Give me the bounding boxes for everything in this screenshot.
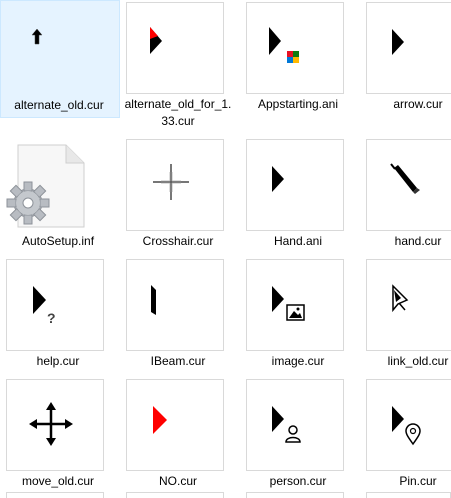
person-cursor-icon: [272, 406, 301, 443]
file-name: Pin.cur: [399, 474, 437, 488]
up-arrow-cursor-icon: [31, 28, 43, 45]
file-item-link-old[interactable]: link_old.cur: [360, 257, 451, 375]
partial-thumbnail: [6, 492, 104, 498]
move-cursor-icon: [29, 402, 73, 446]
file-name: image.cur: [271, 354, 325, 368]
file-thumbnail: [366, 379, 451, 471]
partial-thumbnail: [366, 492, 451, 498]
file-name: hand.cur: [394, 234, 442, 248]
file-thumbnail: [126, 379, 224, 471]
pin-cursor-icon: [392, 406, 421, 446]
file-thumbnail: [126, 2, 224, 94]
arrow-cursor-icon: [272, 166, 284, 192]
file-thumbnail: [6, 379, 104, 471]
ibeam-cursor-icon: [151, 285, 156, 315]
file-item-arrow[interactable]: arrow.cur: [360, 0, 451, 118]
file-name: link_old.cur: [387, 354, 449, 368]
file-item-alternate-old[interactable]: alternate_old.cur: [0, 0, 120, 118]
file-name: IBeam.cur: [150, 354, 206, 368]
file-name: person.cur: [269, 474, 327, 488]
file-thumbnail: [246, 139, 344, 231]
file-thumbnail: [126, 139, 224, 231]
partial-thumbnail: [126, 492, 224, 498]
file-thumbnail: [246, 2, 344, 94]
file-thumbnail: [7, 3, 105, 95]
file-grid: alternate_old.cur alternate_old_for_1.33…: [0, 0, 451, 498]
file-name: alternate_old_for_1.33.cur: [124, 97, 232, 128]
svg-text:?: ?: [47, 310, 56, 326]
settings-file-icon: [6, 144, 85, 228]
red-tipped-arrow-cursor-icon: [150, 27, 162, 54]
file-thumbnail: ?: [6, 259, 104, 351]
pen-cursor-icon: [390, 163, 420, 194]
image-cursor-icon: [272, 286, 305, 321]
file-name: move_old.cur: [21, 474, 95, 488]
file-thumbnail: [126, 259, 224, 351]
file-item-autosetup[interactable]: AutoSetup.inf: [0, 137, 120, 255]
link-arrow-cursor-icon: [392, 284, 409, 313]
file-thumbnail: [366, 259, 451, 351]
file-item-alternate-old-for[interactable]: alternate_old_for_1.33.cur: [120, 0, 240, 128]
file-name: AutoSetup.inf: [21, 234, 95, 248]
app-starting-cursor-icon: [269, 27, 299, 63]
partial-thumbnail: [246, 492, 344, 498]
crosshair-cursor-icon: [153, 164, 189, 200]
file-item-pin[interactable]: Pin.cur: [360, 377, 451, 495]
file-item-image[interactable]: image.cur: [240, 257, 360, 375]
file-item-hand-cur[interactable]: hand.cur: [360, 137, 451, 255]
file-thumbnail: [246, 259, 344, 351]
file-item-ibeam[interactable]: IBeam.cur: [120, 257, 240, 375]
file-item-help[interactable]: ? help.cur: [0, 257, 120, 375]
file-item-move-old[interactable]: move_old.cur: [0, 377, 120, 495]
red-arrow-cursor-icon: [153, 406, 167, 434]
file-item-crosshair[interactable]: Crosshair.cur: [120, 137, 240, 255]
file-item-person[interactable]: person.cur: [240, 377, 360, 495]
file-item-no[interactable]: NO.cur: [120, 377, 240, 495]
file-item-hand-ani[interactable]: Hand.ani: [240, 137, 360, 255]
file-thumbnail: [246, 379, 344, 471]
file-item-appstarting[interactable]: Appstarting.ani: [240, 0, 360, 118]
file-thumbnail: [366, 139, 451, 231]
file-name: arrow.cur: [393, 97, 443, 111]
file-name: help.cur: [36, 354, 80, 368]
file-name: Appstarting.ani: [257, 97, 339, 111]
file-name: Hand.ani: [273, 234, 323, 248]
file-name: NO.cur: [158, 474, 197, 488]
arrow-cursor-icon: [392, 29, 404, 55]
file-name: alternate_old.cur: [14, 98, 104, 112]
file-name: Crosshair.cur: [142, 234, 214, 248]
help-cursor-icon: ?: [33, 286, 56, 326]
file-thumbnail: [366, 2, 451, 94]
